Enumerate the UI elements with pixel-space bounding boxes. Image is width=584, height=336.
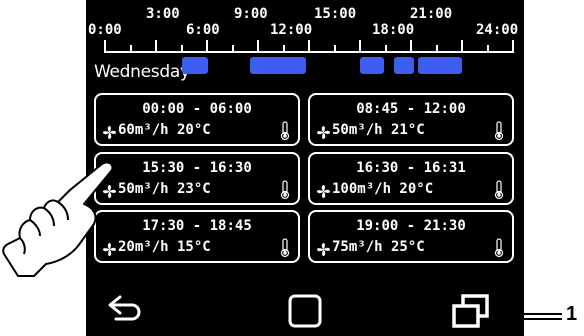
timeline-tick [435, 45, 438, 53]
timeline-bar-2 [250, 57, 306, 74]
timeline-tick [308, 40, 310, 53]
schedule-card-1[interactable]: 00:00 - 06:00 60m³/h 20°C [94, 93, 300, 146]
timeline-tick [486, 45, 489, 53]
callout-line [512, 318, 562, 320]
callout-number: 1 [566, 303, 578, 325]
timeline-tick [461, 40, 463, 53]
timeline-tick [206, 40, 208, 53]
fan-icon [102, 125, 117, 140]
schedule-flow-temp: 75m³/h 25°C [332, 239, 425, 255]
timeline-tick [384, 45, 387, 53]
timeline-label-6: 6:00 [186, 22, 220, 38]
schedule-card-3[interactable]: 15:30 - 16:30 50m³/h 23°C [94, 152, 300, 205]
timeline-tick [129, 45, 132, 53]
schedule-card-2[interactable]: 08:45 - 12:00 50m³/h 21°C [308, 93, 514, 146]
timeline-bar-3 [360, 57, 384, 74]
timeline-tick [333, 45, 336, 53]
schedule-flow-temp: 50m³/h 21°C [332, 122, 425, 138]
timeline-tick [359, 40, 361, 53]
schedule-time: 16:30 - 16:31 [356, 160, 466, 176]
thermometer-icon [494, 238, 504, 258]
back-arrow-icon[interactable] [106, 293, 146, 327]
schedule-time: 19:00 - 21:30 [356, 218, 466, 234]
schedule-flow-temp: 20m³/h 15°C [118, 239, 211, 255]
timeline-tick [282, 45, 285, 53]
timeline-label-21: 21:00 [410, 6, 453, 22]
thermometer-icon [494, 180, 504, 200]
thermometer-icon [280, 238, 290, 258]
timeline-tick [155, 40, 157, 53]
timeline-label-24: 24:00 [476, 22, 519, 38]
timeline-bar-4 [394, 57, 414, 74]
fan-icon [316, 125, 331, 140]
thermometer-icon [280, 180, 290, 200]
fan-icon [316, 184, 331, 199]
timeline-tick [180, 45, 183, 53]
schedule-time: 15:30 - 16:30 [142, 160, 252, 176]
timeline-label-3: 3:00 [146, 6, 180, 22]
timeline-tick [410, 40, 412, 53]
timeline-label-12: 12:00 [270, 22, 313, 38]
timeline-tick [512, 40, 514, 53]
day-label: Wednesday [94, 62, 190, 82]
square-home-icon[interactable] [287, 293, 323, 329]
schedule-card-6[interactable]: 19:00 - 21:30 75m³/h 25°C [308, 210, 514, 263]
timeline-label-18: 18:00 [372, 22, 415, 38]
schedule-card-5[interactable]: 17:30 - 18:45 20m³/h 15°C [94, 210, 300, 263]
fan-icon [316, 242, 331, 257]
timeline-tick [257, 40, 259, 53]
schedule-time: 17:30 - 18:45 [142, 218, 252, 234]
device-screen: 0:00 3:00 6:00 9:00 12:00 15:00 18:00 21… [86, 0, 524, 336]
timeline-tick [104, 40, 106, 53]
schedule-card-4[interactable]: 16:30 - 16:31 100m³/h 20°C [308, 152, 514, 205]
schedule-flow-temp: 60m³/h 20°C [118, 122, 211, 138]
schedule-time: 08:45 - 12:00 [356, 101, 466, 117]
overlapping-windows-icon[interactable] [451, 293, 491, 331]
timeline-bar-1 [182, 57, 208, 74]
schedule-time: 00:00 - 06:00 [142, 101, 252, 117]
pointing-hand-icon [2, 161, 114, 277]
schedule-flow-temp: 100m³/h 20°C [332, 181, 434, 197]
timeline-tick [231, 45, 234, 53]
schedule-flow-temp: 50m³/h 23°C [118, 181, 211, 197]
callout-line [512, 313, 562, 315]
timeline-label-9: 9:00 [234, 6, 268, 22]
timeline-label-15: 15:00 [314, 6, 357, 22]
timeline-label-0: 0:00 [88, 22, 122, 38]
thermometer-icon [280, 121, 290, 141]
timeline-bar-5 [418, 57, 462, 74]
thermometer-icon [494, 121, 504, 141]
